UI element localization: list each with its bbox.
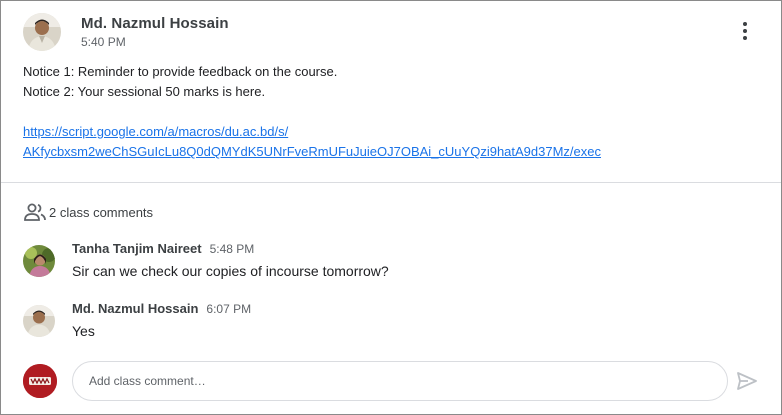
comment-text: Sir can we check our copies of incourse … — [72, 263, 389, 279]
announcement-post: Md. Nazmul Hossain 5:40 PM Notice 1: Rem… — [1, 1, 781, 183]
post-text-line: Notice 1: Reminder to provide feedback o… — [23, 64, 338, 79]
post-link-line-1[interactable]: https://script.google.com/a/macros/du.ac… — [23, 122, 763, 142]
comment-author: Tanha Tanjim Naireet 5:48 PM — [72, 241, 254, 256]
commenter-avatar[interactable] — [23, 305, 55, 337]
people-icon — [24, 203, 46, 221]
add-comment-input[interactable] — [72, 361, 728, 401]
comment-author-name: Tanha Tanjim Naireet — [72, 241, 202, 256]
comment-item: Tanha Tanjim Naireet 5:48 PM Sir can we c… — [23, 241, 763, 291]
comments-count-label: 2 class comments — [49, 204, 154, 220]
stream-post-card: Md. Nazmul Hossain 5:40 PM Notice 1: Rem… — [0, 0, 782, 415]
post-link-line-2[interactable]: AKfycbxsm2weChSGuIcLu8Q0dQMYdK5UNrFveRmU… — [23, 142, 763, 162]
post-timestamp: 5:40 PM — [81, 35, 126, 49]
comment-timestamp: 5:48 PM — [209, 242, 255, 256]
more-vert-icon[interactable] — [731, 17, 759, 45]
post-body: Notice 1: Reminder to provide feedback o… — [23, 62, 763, 162]
comment-author-name: Md. Nazmul Hossain — [72, 301, 199, 316]
class-comments-toggle[interactable]: 2 class comments — [23, 201, 153, 223]
post-text-line: Notice 2: Your sessional 50 marks is her… — [23, 84, 266, 99]
comment-item: Md. Nazmul Hossain 6:07 PM Yes — [23, 301, 763, 351]
current-user-avatar[interactable] — [23, 364, 57, 398]
post-author-name: Md. Nazmul Hossain — [81, 15, 229, 32]
send-icon[interactable] — [736, 371, 758, 391]
comment-text: Yes — [72, 323, 95, 339]
comment-timestamp: 6:07 PM — [206, 302, 252, 316]
comment-author: Md. Nazmul Hossain 6:07 PM — [72, 301, 251, 316]
commenter-avatar[interactable] — [23, 245, 55, 277]
author-avatar[interactable] — [23, 13, 61, 51]
